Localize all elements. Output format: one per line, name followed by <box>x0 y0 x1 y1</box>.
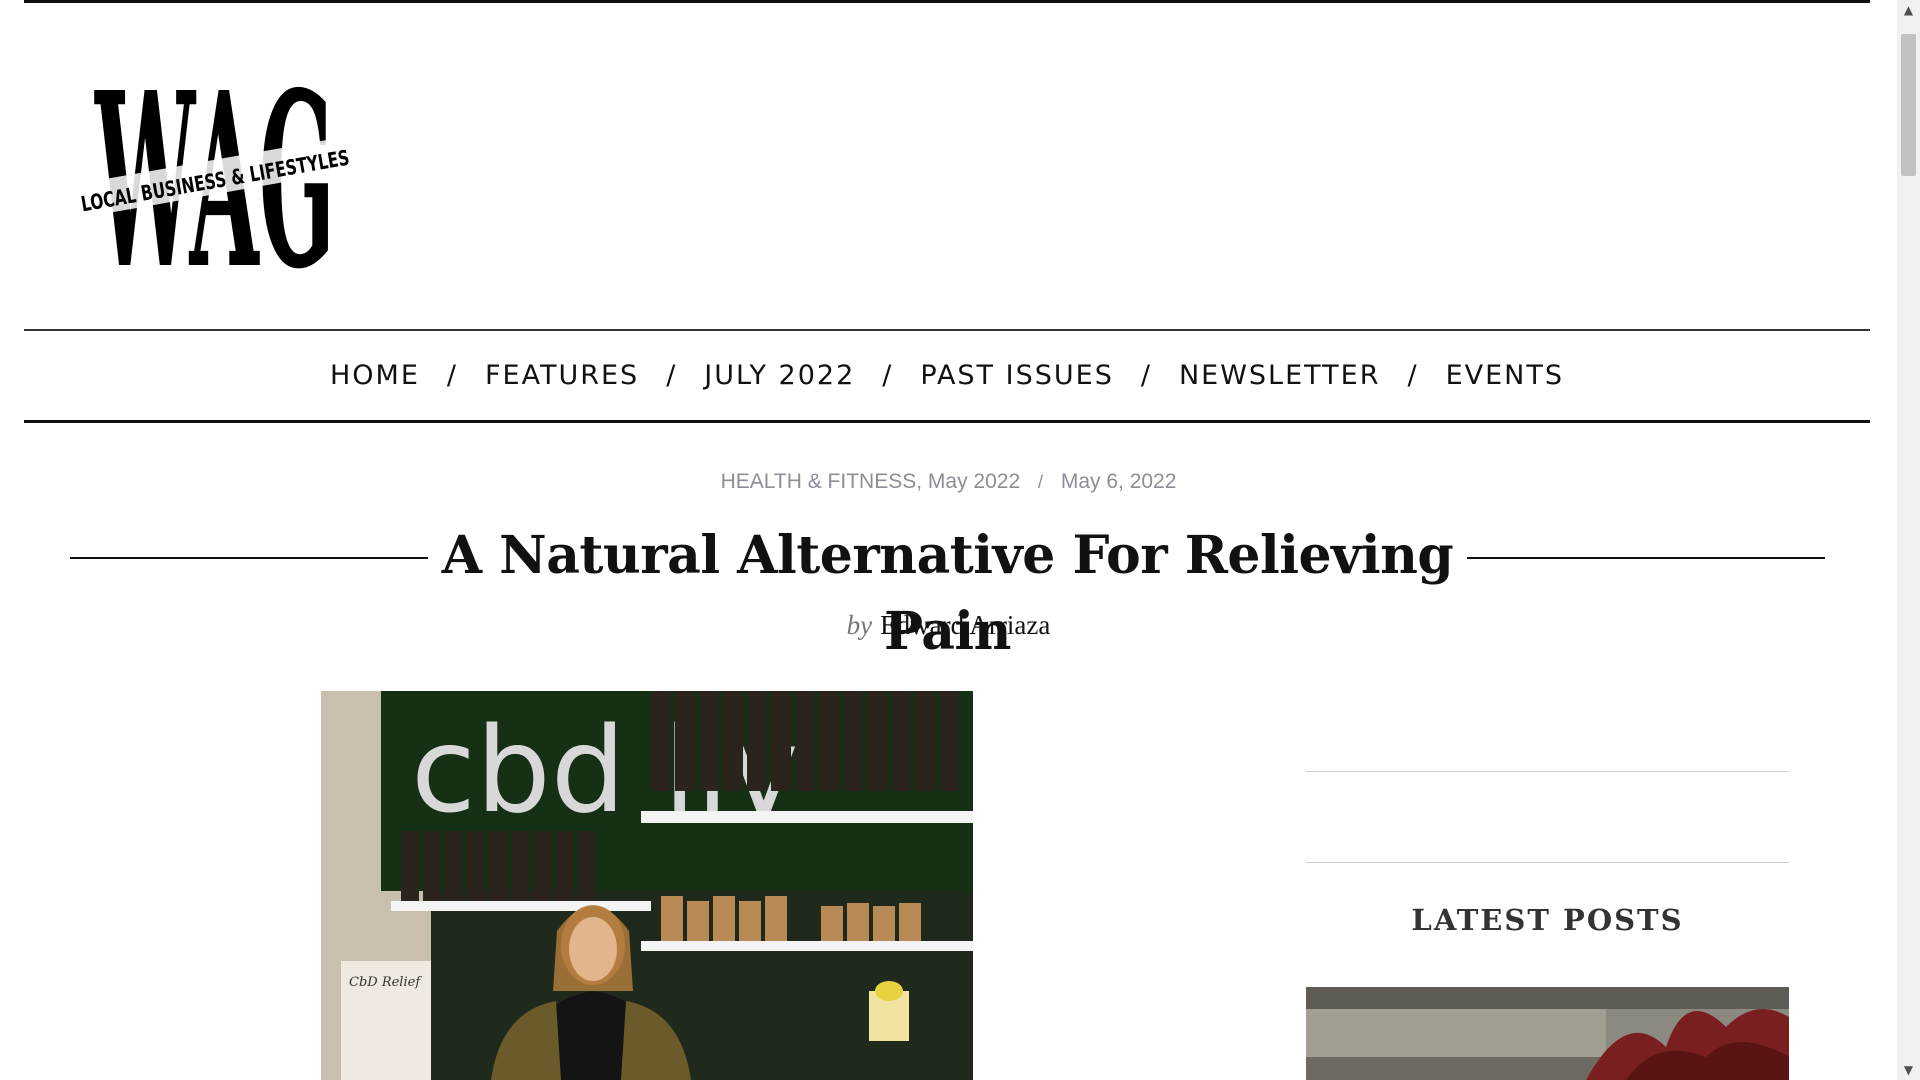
title-rule-right <box>1467 557 1825 559</box>
nav-separator: / <box>1407 360 1419 391</box>
nav-newsletter[interactable]: NEWSLETTER <box>1179 360 1381 391</box>
image-card-text: CbD Relief <box>349 975 422 990</box>
scrollbar[interactable]: ▲ ▼ <box>1897 0 1920 1080</box>
article-title: A Natural Alternative For Relieving Pain <box>441 525 1454 662</box>
sidebar-rule <box>1306 771 1789 772</box>
main-nav: HOME / FEATURES / JULY 2022 / PAST ISSUE… <box>24 331 1870 420</box>
nav-past-issues[interactable]: PAST ISSUES <box>920 360 1113 391</box>
store-photo: cbd liv CbD Relief <box>321 691 973 1080</box>
category-link[interactable]: HEALTH & FITNESS <box>721 470 917 493</box>
nav-separator: / <box>1140 360 1152 391</box>
issue-link[interactable]: May 2022 <box>928 470 1020 493</box>
wag-logo-mark: WAG LOCAL BUSINESS & LIFESTYLES <box>73 50 356 280</box>
meta-separator: / <box>1037 472 1043 492</box>
nav-home[interactable]: HOME <box>330 360 420 391</box>
top-border <box>24 0 1870 3</box>
featured-image: cbd liv CbD Relief <box>321 691 973 1080</box>
page: WAG LOCAL BUSINESS & LIFESTYLES HOME / F… <box>0 0 1897 1080</box>
article-meta: HEALTH & FITNESS, May 2022 / May 6, 2022 <box>720 470 1177 493</box>
latest-post-image <box>1306 987 1789 1080</box>
scrollbar-thumb[interactable] <box>1901 34 1916 176</box>
nav-july-2022[interactable]: JULY 2022 <box>704 360 855 391</box>
scroll-up-arrow-icon[interactable]: ▲ <box>1897 0 1920 20</box>
article-date[interactable]: May 6, 2022 <box>1061 470 1177 493</box>
nav-features[interactable]: FEATURES <box>485 360 639 391</box>
author-link[interactable]: Edward Arriaza <box>880 610 1050 640</box>
byline: by Edward Arriaza <box>0 610 1897 641</box>
latest-post-thumbnail[interactable] <box>1306 987 1789 1080</box>
title-rule-left <box>70 557 428 559</box>
site-logo[interactable]: WAG LOCAL BUSINESS & LIFESTYLES <box>70 50 360 280</box>
byline-prefix: by <box>846 610 873 640</box>
scroll-down-arrow-icon[interactable]: ▼ <box>1897 1060 1920 1080</box>
nav-bottom-rule <box>24 420 1870 423</box>
nav-events[interactable]: EVENTS <box>1446 360 1564 391</box>
nav-separator: / <box>446 360 458 391</box>
sidebar-rule <box>1306 862 1789 863</box>
latest-posts-heading: LATEST POSTS <box>1411 903 1684 937</box>
nav-separator: / <box>882 360 894 391</box>
nav-separator: / <box>666 360 678 391</box>
